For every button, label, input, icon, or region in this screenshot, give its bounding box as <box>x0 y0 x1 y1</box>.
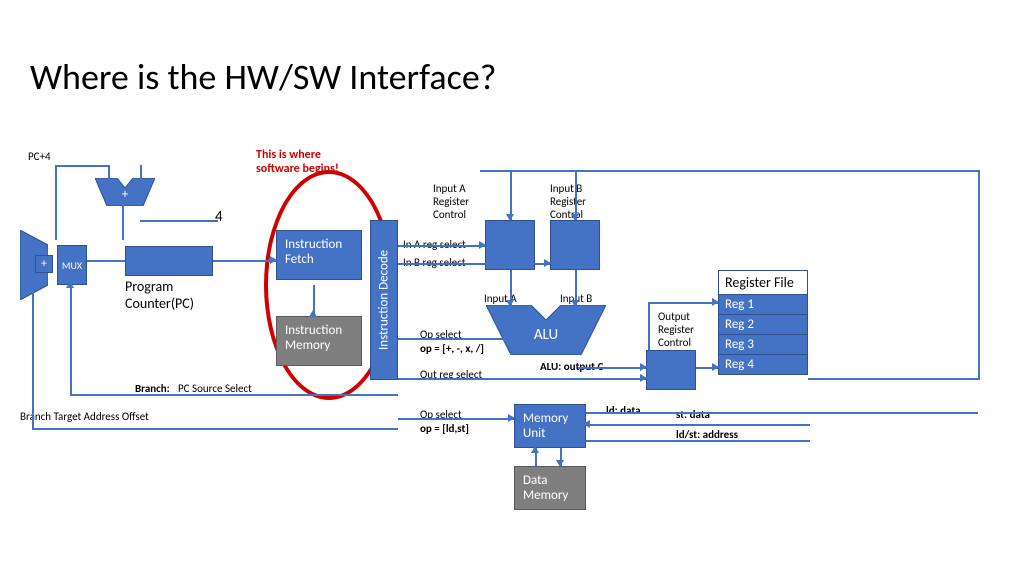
alu-block: ALU <box>486 305 606 355</box>
in-b-reg-ctrl-block <box>550 220 600 270</box>
rf-reg3: Reg 3 <box>719 334 807 354</box>
memory-unit-block: Memory Unit <box>514 404 586 448</box>
out-reg-ctrl-block <box>646 350 696 390</box>
register-file: Register File Reg 1 Reg 2 Reg 3 Reg 4 <box>718 270 808 375</box>
label-in-b-ctrl: Input B Register Control <box>550 182 610 221</box>
label-lddata: ld: data <box>606 404 641 417</box>
rf-reg1: Reg 1 <box>719 294 807 314</box>
plus-mux: + <box>35 255 53 273</box>
rf-reg4: Reg 4 <box>719 354 807 374</box>
instruction-memory-block: Instruction Memory <box>276 316 362 366</box>
label-four: 4 <box>215 208 223 226</box>
label-in-a-ctrl: Input A Register Control <box>433 182 493 221</box>
svg-text:+: + <box>122 187 129 202</box>
data-memory-block: Data Memory <box>514 466 586 510</box>
label-stdata: st: data <box>676 408 710 421</box>
label-bto: Branch Target Address Offset <box>20 410 149 423</box>
mux-block: MUX <box>57 245 87 285</box>
label-pc4: PC+4 <box>28 150 51 163</box>
rf-reg2: Reg 2 <box>719 314 807 334</box>
instruction-fetch-block: Instruction Fetch <box>276 230 362 280</box>
rf-header: Register File <box>719 271 807 294</box>
program-counter-block <box>125 246 213 276</box>
slide-title: Where is the HW/SW Interface? <box>30 55 496 99</box>
svg-text:ALU: ALU <box>534 326 558 344</box>
label-opset2: op = [ld,st] <box>420 422 469 435</box>
label-opset1: op = [+, -, x, /] <box>420 342 484 355</box>
adder: + <box>95 178 155 206</box>
diagram-stage: This is where software begins! PC+4 MUX … <box>20 150 1004 550</box>
instruction-decode-block: Instruction Decode <box>370 220 398 380</box>
label-pc: Program Counter(PC) <box>125 278 235 312</box>
label-outregctrl: Output Register Control <box>658 310 713 349</box>
